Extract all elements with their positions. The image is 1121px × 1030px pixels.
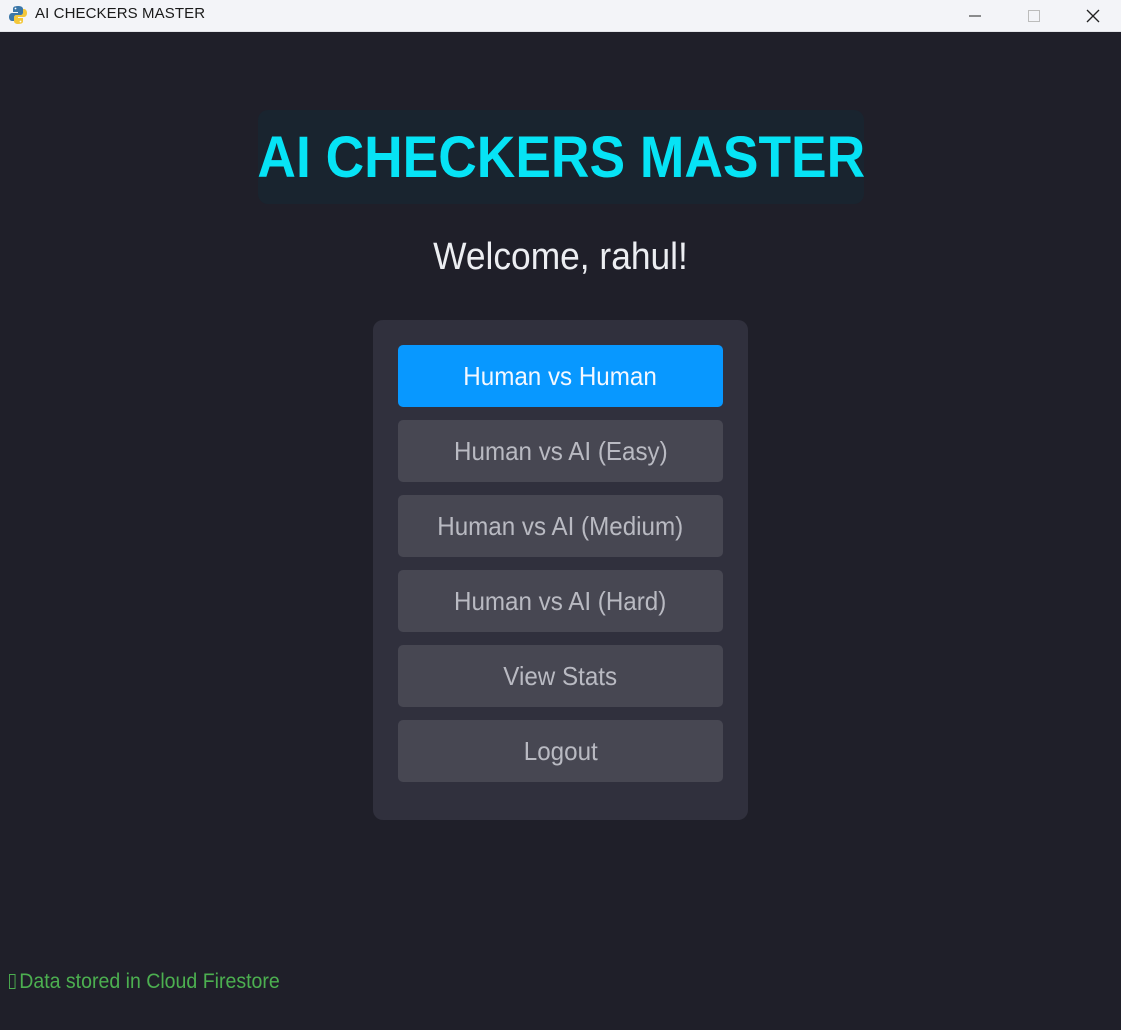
menu-button-label: View Stats bbox=[503, 660, 618, 691]
logout-button[interactable]: Logout bbox=[398, 720, 723, 782]
view-stats-button[interactable]: View Stats bbox=[398, 645, 723, 707]
menu-button-label: Human vs AI (Easy) bbox=[453, 435, 668, 466]
minimize-icon bbox=[969, 15, 981, 16]
storage-status: Data stored in Cloud Firestore bbox=[9, 970, 280, 994]
human-vs-ai-easy-button[interactable]: Human vs AI (Easy) bbox=[398, 420, 723, 482]
game-canvas: AI CHECKERS MASTER Welcome, rahul! Human… bbox=[0, 32, 1121, 1030]
title-banner: AI CHECKERS MASTER bbox=[257, 110, 865, 204]
main-menu-panel: Human vs Human Human vs AI (Easy) Human … bbox=[373, 320, 748, 820]
human-vs-ai-hard-button[interactable]: Human vs AI (Hard) bbox=[398, 570, 723, 632]
human-vs-human-button[interactable]: Human vs Human bbox=[398, 345, 723, 407]
minimize-button[interactable] bbox=[946, 0, 1004, 31]
maximize-button[interactable] bbox=[1005, 0, 1063, 31]
close-icon bbox=[1086, 9, 1100, 22]
window-titlebar: AI CHECKERS MASTER bbox=[0, 0, 1121, 32]
window-title: AI CHECKERS MASTER bbox=[35, 5, 206, 22]
menu-button-label: Human vs AI (Hard) bbox=[454, 585, 667, 616]
menu-button-label: Human vs Human bbox=[463, 360, 658, 391]
storage-status-text: Data stored in Cloud Firestore bbox=[19, 970, 280, 993]
python-icon bbox=[9, 6, 27, 24]
missing-glyph-icon bbox=[9, 974, 16, 989]
close-button[interactable] bbox=[1064, 0, 1121, 31]
menu-button-label: Human vs AI (Medium) bbox=[437, 510, 684, 541]
game-title: AI CHECKERS MASTER bbox=[257, 124, 865, 190]
human-vs-ai-medium-button[interactable]: Human vs AI (Medium) bbox=[398, 495, 723, 557]
maximize-icon bbox=[1028, 9, 1040, 22]
menu-button-label: Logout bbox=[523, 735, 598, 766]
welcome-message: Welcome, rahul! bbox=[433, 236, 688, 278]
